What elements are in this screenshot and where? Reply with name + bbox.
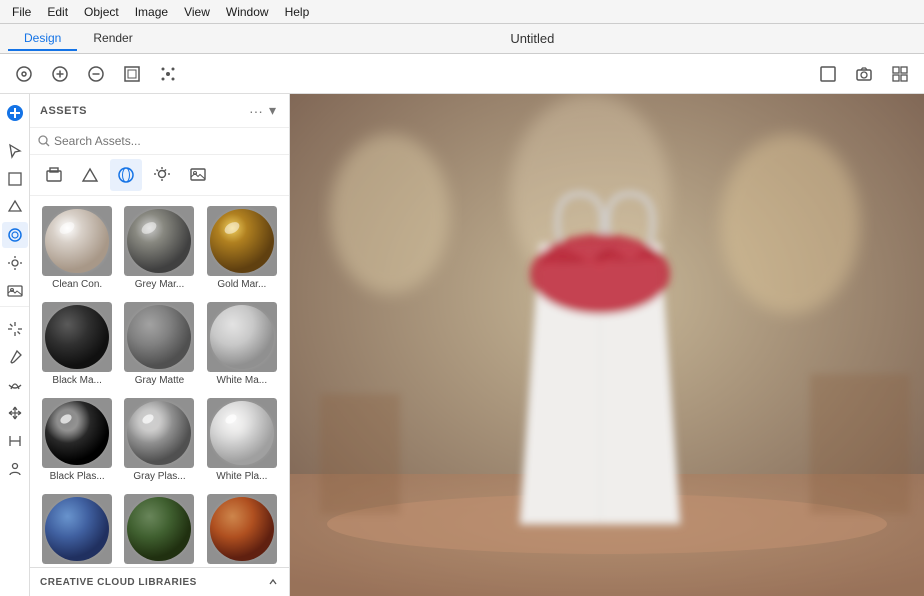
material-item[interactable]: Black Plas... [38,394,116,486]
material-thumbnail [124,206,194,276]
select-icon[interactable] [8,58,40,90]
assets-dropdown-button[interactable]: ▾ [266,102,279,119]
select-tool[interactable] [2,138,28,164]
menu-item-object[interactable]: Object [76,3,127,21]
light-tool[interactable] [2,250,28,276]
material-tool[interactable] [2,222,28,248]
person-tool[interactable] [2,456,28,482]
material-label: Clean Con. [42,279,112,290]
menu-item-view[interactable]: View [176,3,218,21]
shopping-bag-render [520,194,680,524]
measure-tool[interactable] [2,428,28,454]
menu-item-window[interactable]: Window [218,3,277,21]
zoom-out-icon[interactable] [80,58,112,90]
grid-icon[interactable] [884,58,916,90]
material-item[interactable]: White Ma... [203,298,281,390]
main-toolbar [0,54,924,94]
material-label: Black Plas... [42,471,112,482]
tab-bar: Design Render Untitled [0,24,924,54]
assets-header: ASSETS ··· ▾ [30,94,289,128]
scene-background [290,94,924,596]
creative-cloud-footer[interactable]: CREATIVE CLOUD LIBRARIES [30,567,289,596]
tab-render[interactable]: Render [77,27,148,51]
materials-grid: Clean Con. Grey Mar... [30,196,289,567]
warp-tool[interactable] [2,372,28,398]
canvas-background [290,94,924,596]
magic-wand-tool[interactable] [2,316,28,342]
material-label: Grey Mar... [124,279,194,290]
search-container [30,128,289,155]
fullscreen-icon[interactable] [812,58,844,90]
menu-item-edit[interactable]: Edit [39,3,76,21]
move-tool[interactable] [2,400,28,426]
material-item[interactable]: Orange M... [203,490,281,567]
material-label: Black Ma... [42,375,112,386]
material-item[interactable]: Gray Matte [120,298,198,390]
image-tool[interactable] [2,278,28,304]
material-label: Gray Matte [124,375,194,386]
cc-collapse-icon [267,576,279,588]
material-thumbnail [124,398,194,468]
material-thumbnail [42,398,112,468]
zoom-in-icon[interactable] [44,58,76,90]
left-toolbar [0,94,30,596]
material-thumbnail [42,302,112,372]
tab-design[interactable]: Design [8,27,77,51]
shape-category[interactable] [74,159,106,191]
menu-item-file[interactable]: File [4,3,39,21]
scatter-icon[interactable] [152,58,184,90]
material-item[interactable]: Clean Con. [38,202,116,294]
category-bar [30,155,289,196]
material-thumbnail [124,494,194,564]
camera-icon[interactable] [848,58,880,90]
material-category[interactable] [110,159,142,191]
search-icon [38,135,50,147]
scene-category[interactable] [38,159,70,191]
material-thumbnail [42,206,112,276]
menu-item-image[interactable]: Image [127,3,176,21]
assets-panel: ASSETS ··· ▾ [30,94,290,596]
material-label: Gray Plas... [124,471,194,482]
material-item[interactable]: Black Ma... [38,298,116,390]
material-thumbnail [207,398,277,468]
material-item[interactable]: Gold Mar... [203,202,281,294]
cc-libraries-label: CREATIVE CLOUD LIBRARIES [40,577,197,588]
image-category[interactable] [182,159,214,191]
scene-tool[interactable] [2,166,28,192]
material-item[interactable]: Grey Mar... [120,202,198,294]
material-thumbnail [124,302,194,372]
menu-bar: FileEditObjectImageViewWindowHelp [0,0,924,24]
material-label: White Pla... [207,471,277,482]
material-thumbnail [207,302,277,372]
shape-tool[interactable] [2,194,28,220]
canvas-area[interactable] [290,94,924,596]
light-category[interactable] [146,159,178,191]
material-thumbnail [207,494,277,564]
material-item[interactable]: Blue Matte [38,490,116,567]
material-item[interactable]: Gray Plas... [120,394,198,486]
eyedropper-tool[interactable] [2,344,28,370]
material-item[interactable]: Green Ma... [120,490,198,567]
material-thumbnail [207,206,277,276]
material-item[interactable]: White Pla... [203,394,281,486]
document-title: Untitled [149,31,916,46]
main-layout: ASSETS ··· ▾ [0,94,924,596]
material-label: Gold Mar... [207,279,277,290]
material-label: White Ma... [207,375,277,386]
search-input[interactable] [54,134,281,148]
frame-icon[interactable] [116,58,148,90]
add-button[interactable] [2,100,28,126]
menu-item-help[interactable]: Help [277,3,318,21]
material-thumbnail [42,494,112,564]
assets-more-button[interactable]: ··· [246,103,266,119]
assets-title: ASSETS [40,105,246,117]
